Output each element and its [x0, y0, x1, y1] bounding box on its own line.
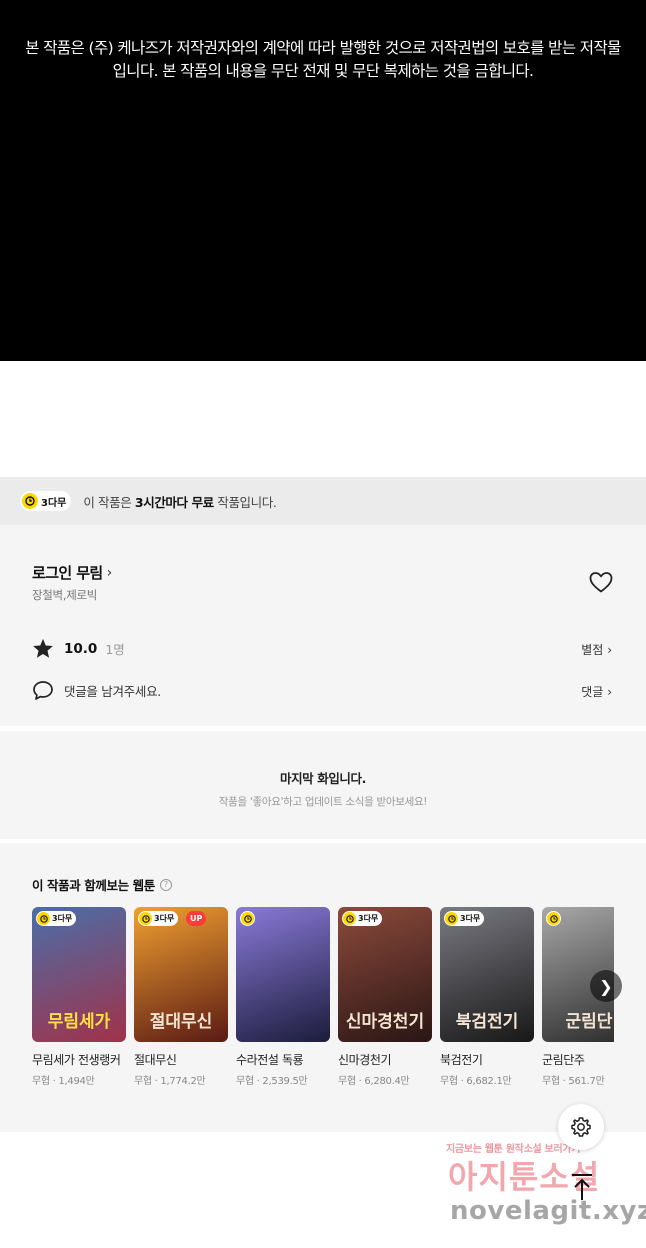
- free-badge-label: 3다무: [460, 914, 481, 923]
- recommendation-card[interactable]: 3다무 UP 절대무신 절대무신 무협 · 1,774.2만: [134, 907, 228, 1087]
- work-info-panel: 로그인 무림 › 장철벽,제로빅 10.0 1명 별점 › 댓글을 남겨주세요.…: [0, 525, 646, 726]
- free-info-suffix: 작품입니다.: [213, 494, 277, 510]
- clock-icon: [22, 493, 38, 509]
- cover-logo: 북검전기: [455, 1012, 519, 1032]
- recommendation-title: 군림단주: [542, 1053, 585, 1067]
- cover-logo: 군림단: [565, 1012, 613, 1032]
- rating-score: 10.0: [64, 640, 98, 657]
- watermark: 지금보는 웹툰 원작소설 보러가기 아지툰소설 novelagit.xyz: [440, 1138, 646, 1238]
- last-episode-panel: 마지막 화입니다. 작품을 '좋아요'하고 업데이트 소식을 받아보세요!: [0, 731, 646, 839]
- clock-icon: [547, 912, 560, 925]
- free-badge-label: 3다무: [358, 914, 379, 923]
- comment-prompt-row[interactable]: 댓글을 남겨주세요.: [32, 680, 161, 701]
- chevron-right-icon[interactable]: ❯: [590, 970, 622, 1002]
- rating-row: 10.0 1명: [32, 638, 125, 659]
- work-title-link[interactable]: 로그인 무림 ›: [32, 562, 112, 583]
- cover-art: [236, 907, 330, 1042]
- free-badge-label: 3다무: [154, 914, 175, 923]
- free-badge: [546, 911, 561, 926]
- recommendation-card[interactable]: 수라전설 독룡무협 · 2,539.5만: [236, 907, 330, 1087]
- last-episode-heading: 마지막 화입니다.: [279, 771, 366, 786]
- copyright-notice-panel: 본 작품은 (주) 케나즈가 저작권자와의 계약에 따라 발행한 것으로 저작권…: [0, 0, 646, 361]
- speech-bubble-icon: [33, 681, 53, 700]
- help-icon[interactable]: ?: [159, 878, 172, 891]
- free-badge-label: 3다무: [52, 914, 73, 923]
- free-info-text: 이 작품은 3시간마다 무료 작품입니다.: [83, 492, 276, 511]
- settings-button[interactable]: [558, 1104, 604, 1150]
- free-info-prefix: 이 작품은: [83, 494, 135, 510]
- recommendation-thumbnail: 3다무무림세가: [32, 907, 126, 1042]
- cover-logo: 무림세가: [47, 1012, 111, 1032]
- comment-prompt-text: 댓글을 남겨주세요.: [64, 684, 161, 699]
- free-info-bold: 3시간마다 무료: [134, 494, 214, 510]
- recommendation-meta: 무협 · 6,682.1만: [440, 1076, 512, 1087]
- watermark-line3: novelagit.xyz: [450, 1196, 646, 1226]
- recommendation-meta: 무협 · 1,774.2만: [134, 1076, 206, 1087]
- clock-icon: [37, 912, 50, 925]
- rating-count: 1명: [105, 642, 125, 657]
- free-badge: [240, 911, 255, 926]
- clock-icon: [241, 912, 254, 925]
- rate-button-label: 별점: [581, 643, 604, 657]
- chevron-right-icon: ›: [607, 685, 612, 699]
- rate-button[interactable]: 별점 ›: [581, 641, 612, 658]
- recommendation-meta: 무협 · 1,494만: [32, 1076, 95, 1087]
- free-badge: 3다무: [444, 911, 485, 926]
- clock-icon: [445, 912, 458, 925]
- recommendation-title: 수라전설 독룡: [236, 1053, 304, 1067]
- copyright-notice-text: 본 작품은 (주) 케나즈가 저작권자와의 계약에 따라 발행한 것으로 저작권…: [25, 39, 621, 80]
- recommendation-card[interactable]: 3다무 북검전기 북검전기 무협 · 6,682.1만: [440, 907, 534, 1087]
- recommendation-list: 3다무 무림세가 무림세가 전생랭커 무협 · 1,494만 3다무 UP 절대무신 절대무신…: [32, 907, 614, 1127]
- free-info-bar: 3다무 이 작품은 3시간마다 무료 작품입니다.: [0, 477, 646, 525]
- cover-logo: 신마경천기: [345, 1012, 425, 1032]
- chevron-right-icon: ›: [607, 643, 612, 657]
- cover-logo: 절대무신: [149, 1012, 213, 1032]
- recommendation-thumbnail: 3다무 UP 절대무신: [134, 907, 228, 1042]
- recommendation-meta: 무협 · 2,539.5만: [236, 1076, 308, 1087]
- recommendation-title: 신마경천기: [338, 1053, 392, 1067]
- free-badge: 3다무: [138, 911, 179, 926]
- recommendation-card[interactable]: 3다무무림세가무림세가 전생랭커무협 · 1,494만: [32, 907, 126, 1087]
- free-badge: 3다무: [20, 491, 72, 511]
- recommendations-title: 이 작품과 함께보는 웹툰 ?: [32, 875, 172, 894]
- up-badge: UP: [186, 911, 207, 926]
- free-badge: 3다무: [36, 911, 77, 926]
- recommendations-title-text: 이 작품과 함께보는 웹툰: [32, 878, 155, 893]
- comment-button[interactable]: 댓글 ›: [581, 683, 612, 700]
- clock-icon: [139, 912, 152, 925]
- clock-icon: [343, 912, 356, 925]
- free-badge: 3다무: [342, 911, 383, 926]
- page: 본 작품은 (주) 케나즈가 저작권자와의 계약에 따라 발행한 것으로 저작권…: [0, 0, 646, 1248]
- star-icon: [33, 638, 53, 658]
- recommendation-card[interactable]: 3다무 신마경천기 신마경천기 무협 · 6,280.4만: [338, 907, 432, 1087]
- recommendation-thumbnail: 3다무북검전기: [440, 907, 534, 1042]
- last-episode-subtext: 작품을 '좋아요'하고 업데이트 소식을 받아보세요!: [218, 796, 428, 808]
- comment-button-label: 댓글: [581, 685, 604, 699]
- recommendation-title: 절대무신: [134, 1053, 177, 1067]
- free-badge-label: 3다무: [41, 497, 67, 509]
- recommendation-thumbnail: 3다무신마경천기: [338, 907, 432, 1042]
- arrow-up-icon[interactable]: [568, 1172, 596, 1202]
- recommendations-panel: 이 작품과 함께보는 웹툰 ? 3다무무림세가무림세가 전생랭커무협 · 1,4…: [0, 843, 646, 1132]
- recommendation-meta: 무협 · 561.7만: [542, 1076, 605, 1087]
- work-authors: 장철벽,제로빅: [32, 588, 98, 602]
- heart-icon[interactable]: [588, 570, 614, 594]
- recommendation-title: 북검전기: [440, 1053, 483, 1067]
- chevron-right-icon: ›: [106, 564, 113, 581]
- work-title: 로그인 무림: [32, 564, 103, 582]
- gear-icon: [571, 1117, 591, 1137]
- recommendation-thumbnail: [236, 907, 330, 1042]
- recommendation-meta: 무협 · 6,280.4만: [338, 1076, 410, 1087]
- recommendation-title: 무림세가 전생랭커: [32, 1053, 121, 1067]
